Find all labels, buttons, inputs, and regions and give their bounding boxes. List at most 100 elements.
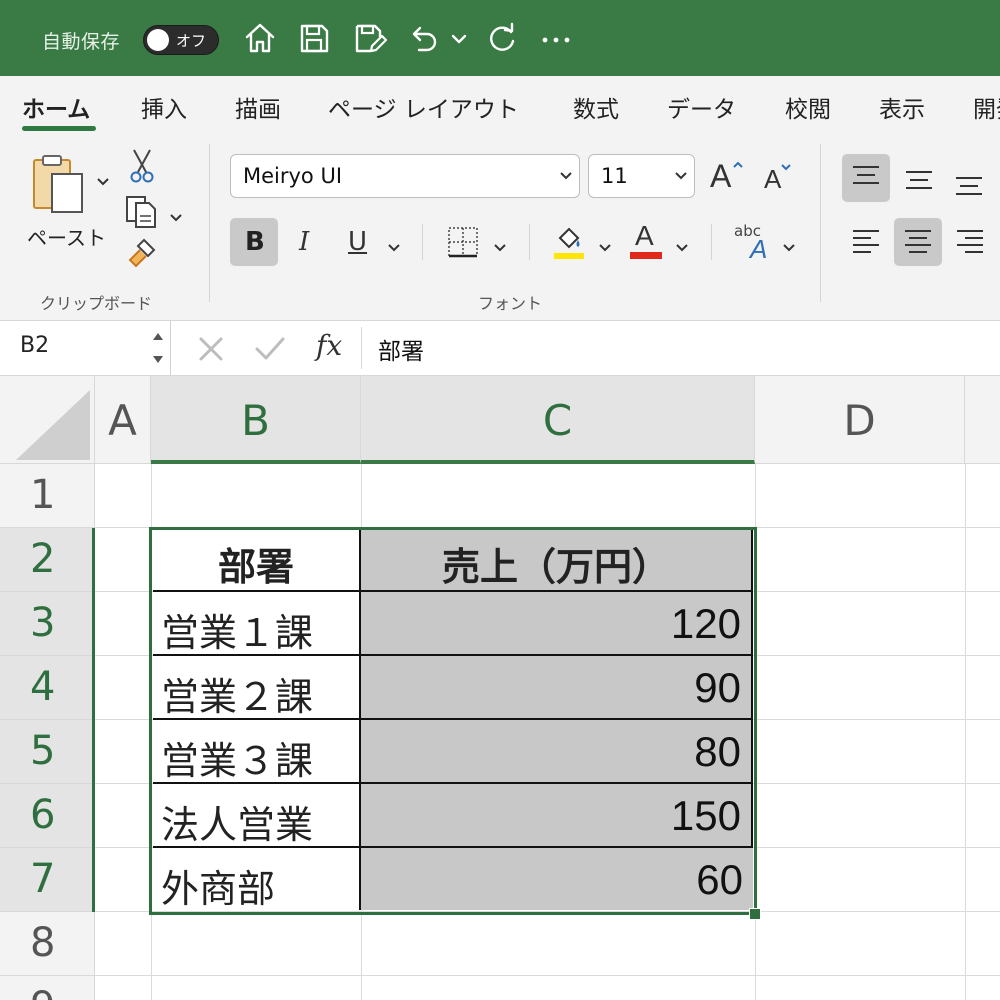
name-box[interactable]: B2	[0, 321, 171, 375]
align-top-button[interactable]	[842, 154, 890, 202]
paste-label: ペースト	[27, 226, 106, 250]
cut-icon[interactable]	[128, 148, 156, 184]
italic-button[interactable]: I	[290, 218, 326, 266]
font-color-button[interactable]: A	[630, 220, 664, 260]
row-header-4[interactable]: 4	[0, 656, 95, 720]
borders-icon[interactable]	[447, 226, 479, 258]
paste-dropdown-chevron-icon[interactable]	[96, 172, 110, 191]
copy-icon[interactable]	[124, 194, 158, 230]
bold-button[interactable]: B	[230, 218, 278, 266]
paste-icon[interactable]	[30, 154, 92, 218]
fill-handle[interactable]	[749, 908, 761, 920]
font-color-dropdown-chevron-icon[interactable]	[675, 238, 689, 257]
borders-dropdown-chevron-icon[interactable]	[493, 238, 507, 257]
row-header-9[interactable]: 9	[0, 976, 95, 1000]
fill-color-dropdown-chevron-icon[interactable]	[598, 238, 612, 257]
undo-icon[interactable]	[405, 20, 441, 56]
title-bar: 自動保存 オフ	[0, 0, 1000, 76]
row-header-8[interactable]: 8	[0, 912, 95, 976]
cell-c2[interactable]: 売上（万円）	[361, 530, 753, 592]
align-middle-button[interactable]	[900, 154, 940, 202]
cell-c7[interactable]: 60	[361, 848, 753, 910]
align-left-icon	[853, 230, 879, 253]
align-bottom-button[interactable]	[952, 154, 992, 202]
tab-draw[interactable]: 描画	[235, 90, 281, 124]
tab-page-layout[interactable]: ページ レイアウト	[328, 90, 519, 124]
paint-bucket-icon	[554, 227, 584, 259]
save-icon[interactable]	[296, 20, 332, 56]
row-header-5[interactable]: 5	[0, 720, 95, 784]
cell-b6[interactable]: 法人営業	[153, 784, 361, 848]
row-header-7[interactable]: 7	[0, 848, 95, 912]
tab-insert[interactable]: 挿入	[141, 90, 187, 124]
cell-c6[interactable]: 150	[361, 784, 753, 848]
redo-icon[interactable]	[484, 20, 520, 56]
column-header-label: A	[108, 396, 137, 445]
more-icon[interactable]	[538, 20, 574, 56]
underline-button[interactable]: U	[342, 218, 378, 266]
ribbon-separator	[529, 224, 530, 260]
row-header-1[interactable]: 1	[0, 464, 95, 528]
confirm-entry-icon[interactable]	[254, 335, 286, 363]
increase-font-size-button[interactable]: A	[708, 156, 746, 196]
cell-b4[interactable]: 営業２課	[153, 656, 361, 720]
autosave-state: オフ	[176, 32, 207, 50]
align-left-button[interactable]	[842, 218, 890, 266]
save-edit-icon[interactable]	[351, 20, 387, 56]
cell-c5[interactable]: 80	[361, 720, 753, 784]
select-all-corner[interactable]	[0, 376, 95, 464]
row-header-2[interactable]: 2	[0, 528, 95, 592]
italic-glyph: I	[299, 227, 310, 257]
row-header-6[interactable]: 6	[0, 784, 95, 848]
column-header-b[interactable]: B	[151, 376, 361, 464]
cell-b5[interactable]: 営業３課	[153, 720, 361, 784]
phonetic-dropdown-chevron-icon[interactable]	[782, 238, 796, 257]
decrease-font-size-button[interactable]: A	[762, 162, 798, 198]
tab-developer[interactable]: 開発	[973, 90, 1000, 124]
autosave-toggle[interactable]: オフ	[143, 25, 219, 55]
underline-dropdown-chevron-icon[interactable]	[387, 238, 401, 257]
formula-bar: B2 fx 部署	[0, 320, 1000, 376]
align-center-button[interactable]	[894, 218, 942, 266]
cancel-entry-icon[interactable]	[197, 335, 225, 363]
format-painter-icon[interactable]	[126, 236, 160, 270]
column-header-a[interactable]: A	[95, 376, 151, 464]
row-header-3[interactable]: 3	[0, 592, 95, 656]
align-right-icon	[957, 230, 983, 253]
phonetic-guide-button[interactable]: abc A	[734, 220, 778, 264]
autosave-toggle-knob	[147, 29, 169, 51]
cell-b3[interactable]: 営業１課	[153, 592, 361, 656]
cell-c3[interactable]: 120	[361, 592, 753, 656]
cell-b2[interactable]: 部署	[153, 530, 361, 592]
grow-font-glyph: A	[710, 158, 732, 194]
formula-input[interactable]: 部署	[378, 332, 424, 366]
shrink-font-glyph: A	[764, 164, 782, 194]
name-box-stepper-icon[interactable]	[151, 329, 165, 367]
column-header-c[interactable]: C	[361, 376, 755, 464]
tab-formulas[interactable]: 数式	[573, 90, 619, 124]
clipboard-group-label: クリップボード	[40, 294, 153, 313]
tab-review[interactable]: 校閲	[785, 90, 831, 124]
font-size-select[interactable]: 11	[588, 154, 695, 198]
gridline	[95, 911, 1000, 912]
chevron-down-icon	[674, 165, 688, 192]
tab-data[interactable]: データ	[667, 90, 736, 124]
insert-function-icon[interactable]: fx	[316, 329, 342, 362]
column-header-e[interactable]	[965, 376, 1000, 464]
bold-glyph: B	[245, 227, 265, 257]
chevron-down-icon	[559, 165, 573, 192]
tab-view[interactable]: 表示	[879, 90, 925, 124]
active-tab-indicator	[22, 126, 96, 131]
font-name-select[interactable]: Meiryo UI	[230, 154, 580, 198]
decrease-arrow-icon	[781, 164, 791, 171]
undo-dropdown-chevron-icon[interactable]	[447, 20, 471, 56]
align-right-button[interactable]	[948, 218, 996, 266]
column-header-d[interactable]: D	[755, 376, 965, 464]
home-icon[interactable]	[242, 20, 278, 56]
tab-home[interactable]: ホーム	[22, 90, 90, 124]
copy-dropdown-chevron-icon[interactable]	[169, 208, 183, 227]
fill-color-button[interactable]	[552, 222, 586, 260]
row-header-label: 8	[30, 920, 56, 966]
cell-c4[interactable]: 90	[361, 656, 753, 720]
cell-b7[interactable]: 外商部	[153, 848, 361, 910]
